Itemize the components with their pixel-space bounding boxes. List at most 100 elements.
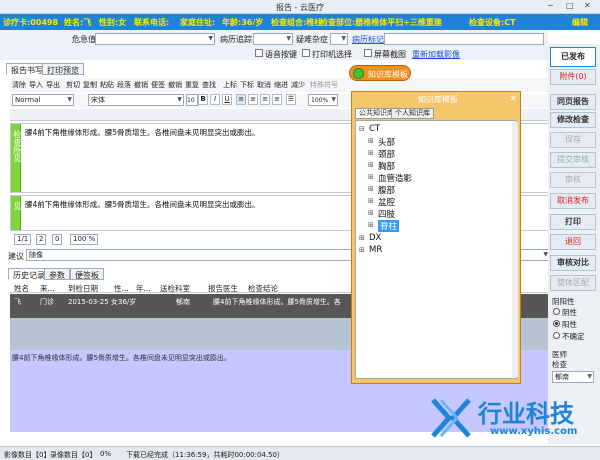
minimize-button[interactable]: ─	[548, 1, 553, 10]
edit-button[interactable]: 编辑	[572, 17, 588, 28]
collapse-icon[interactable]: ⊞	[368, 137, 374, 145]
bold-button[interactable]: B	[198, 94, 208, 105]
toolbar-redo[interactable]: 重复	[185, 80, 199, 90]
toolbar-cut[interactable]: 剪切	[66, 80, 80, 90]
return-button[interactable]: 退回	[550, 234, 596, 250]
justify-button[interactable]: ≡	[272, 94, 282, 105]
screenshot-checkbox[interactable]	[364, 49, 372, 57]
findings-tab[interactable]: 检查所见	[11, 124, 22, 192]
tree-node-selected[interactable]: 脊柱	[378, 220, 400, 232]
toolbar-clear[interactable]: 清除	[12, 80, 26, 90]
toolbar-undo-2[interactable]: 撤销	[168, 80, 182, 90]
kb-close-icon[interactable]: ✕	[510, 94, 517, 103]
toolbar-undo[interactable]: 撤销	[134, 80, 148, 90]
toolbar-subscript[interactable]: 下标	[240, 80, 254, 90]
align-right-button[interactable]: ≡	[260, 94, 270, 105]
font-select[interactable]: 宋体 ▼	[88, 94, 184, 106]
tag-link[interactable]: 病历标记	[352, 34, 384, 45]
tab-print-preview[interactable]: 打印预览	[42, 63, 84, 75]
collapse-icon[interactable]: ⊞	[359, 246, 365, 254]
align-left-button[interactable]: ≡	[236, 94, 246, 105]
list-button[interactable]: ☰	[286, 94, 296, 105]
style-select[interactable]: Normal ▼	[12, 94, 74, 106]
tree-node[interactable]: 盆腔	[378, 196, 395, 208]
tree-node[interactable]: 颈部	[378, 148, 395, 160]
toolbar-outdent[interactable]: 减少	[291, 80, 305, 90]
tree-node[interactable]: 四肢	[378, 208, 395, 220]
tag-input[interactable]	[384, 33, 544, 45]
toolbar-paragraph[interactable]: 段落	[117, 80, 131, 90]
toolbar-note[interactable]: 便签	[151, 80, 165, 90]
toolbar-paste[interactable]: 粘贴	[100, 80, 114, 90]
knowledge-base-float-button[interactable]: 知识库模板	[349, 65, 411, 81]
col-source[interactable]: 来...	[40, 283, 55, 294]
maximize-button[interactable]: □	[566, 1, 574, 10]
align-center-button[interactable]: ≡	[248, 94, 258, 105]
review-button[interactable]: 审核	[550, 172, 596, 188]
close-button[interactable]: ✕	[584, 1, 591, 10]
collapse-icon[interactable]: ⊞	[368, 221, 374, 229]
tree-node-mr[interactable]: MR	[369, 245, 382, 255]
radio-negative[interactable]	[553, 308, 560, 315]
toolbar-indent[interactable]: 缩进	[274, 80, 288, 90]
tab-params[interactable]: 参数	[44, 268, 70, 280]
same-page-report-button[interactable]: 同页报告	[550, 94, 596, 110]
toolbar-superscript[interactable]: 上标	[223, 80, 237, 90]
tree-node[interactable]: 头部	[378, 136, 395, 148]
kb-scrollbar[interactable]	[512, 122, 518, 377]
tree-node[interactable]: 血管造影	[378, 172, 412, 184]
save-button[interactable]: 保存	[550, 132, 596, 148]
collapse-icon[interactable]: ⊞	[359, 234, 365, 242]
collapse-icon[interactable]: ⊞	[368, 173, 374, 181]
review-compare-button[interactable]: 审核对比	[550, 255, 596, 271]
radio-positive[interactable]	[553, 320, 560, 327]
toolbar-special-symbol[interactable]: 特殊符号	[310, 80, 338, 90]
collapse-icon[interactable]: ⊞	[368, 197, 374, 205]
doubt-select[interactable]: ▼	[330, 33, 348, 45]
toolbar-copy[interactable]: 复制	[83, 80, 97, 90]
col-sex[interactable]: 性...	[114, 283, 129, 294]
doctor-select[interactable]: 郁南 ▼	[552, 371, 594, 383]
zoom-select[interactable]: 100% ▼	[308, 94, 338, 106]
col-doctor[interactable]: 报告医生	[208, 283, 238, 294]
impression-tab[interactable]: 检查意见	[11, 196, 33, 230]
col-age[interactable]: 年...	[136, 283, 151, 294]
col-name[interactable]: 姓名	[14, 283, 29, 294]
toolbar-find[interactable]: 查找	[202, 80, 216, 90]
kb-tab-personal[interactable]: 个人知识库	[391, 108, 434, 119]
tree-node-ct[interactable]: CT	[369, 124, 380, 134]
collapse-icon[interactable]: ⊞	[368, 161, 374, 169]
toolbar-export[interactable]: 导出	[46, 80, 60, 90]
italic-button[interactable]: I	[210, 94, 220, 105]
print-button[interactable]: 打印	[550, 214, 596, 230]
print-checkbox[interactable]	[302, 49, 310, 57]
attachment-button[interactable]: 附件(0)	[550, 69, 596, 85]
overall-match-button[interactable]: 整体区配	[550, 275, 596, 291]
voice-checkbox[interactable]	[255, 49, 263, 57]
toolbar-import[interactable]: 导入	[29, 80, 43, 90]
submit-review-button[interactable]: 提交审核	[550, 152, 596, 168]
expand-icon[interactable]: ⊟	[359, 125, 365, 133]
col-dept[interactable]: 送检科室	[160, 283, 190, 294]
cancel-publish-button[interactable]: 取消发布	[550, 193, 596, 209]
col-date[interactable]: 到检日期	[68, 283, 98, 294]
findings-text[interactable]: 腰4前下角椎缘体形成。腰5骨质增生。各椎间盘未见明显突出或膨出。	[25, 127, 260, 138]
modify-exam-button[interactable]: 修改检查	[550, 112, 596, 128]
toolbar-cancel[interactable]: 取消	[257, 80, 271, 90]
impression-text[interactable]: 腰4前下角椎缘体形成。腰5骨质增生。各椎间盘未见明显突出或膨出。	[25, 199, 260, 210]
underline-button[interactable]: U	[222, 94, 232, 105]
radio-uncertain[interactable]	[553, 332, 560, 339]
positive-select[interactable]: ▼	[253, 33, 293, 45]
col-conclusion[interactable]: 检查结论	[248, 283, 278, 294]
tab-notes[interactable]: 便签板	[70, 268, 104, 280]
refresh-images-link[interactable]: 重新加载影像	[412, 49, 460, 60]
critical-select[interactable]: ▼	[95, 33, 215, 45]
tree-node[interactable]: 胸部	[378, 160, 395, 172]
tree-node[interactable]: 腹部	[378, 184, 395, 196]
collapse-icon[interactable]: ⊞	[368, 149, 374, 157]
tree-node-dx[interactable]: DX	[369, 233, 381, 243]
collapse-icon[interactable]: ⊞	[368, 209, 374, 217]
collapse-icon[interactable]: ⊞	[368, 185, 374, 193]
size-select[interactable]: 10	[186, 94, 198, 106]
publish-status-button[interactable]: 已发布	[550, 47, 596, 67]
